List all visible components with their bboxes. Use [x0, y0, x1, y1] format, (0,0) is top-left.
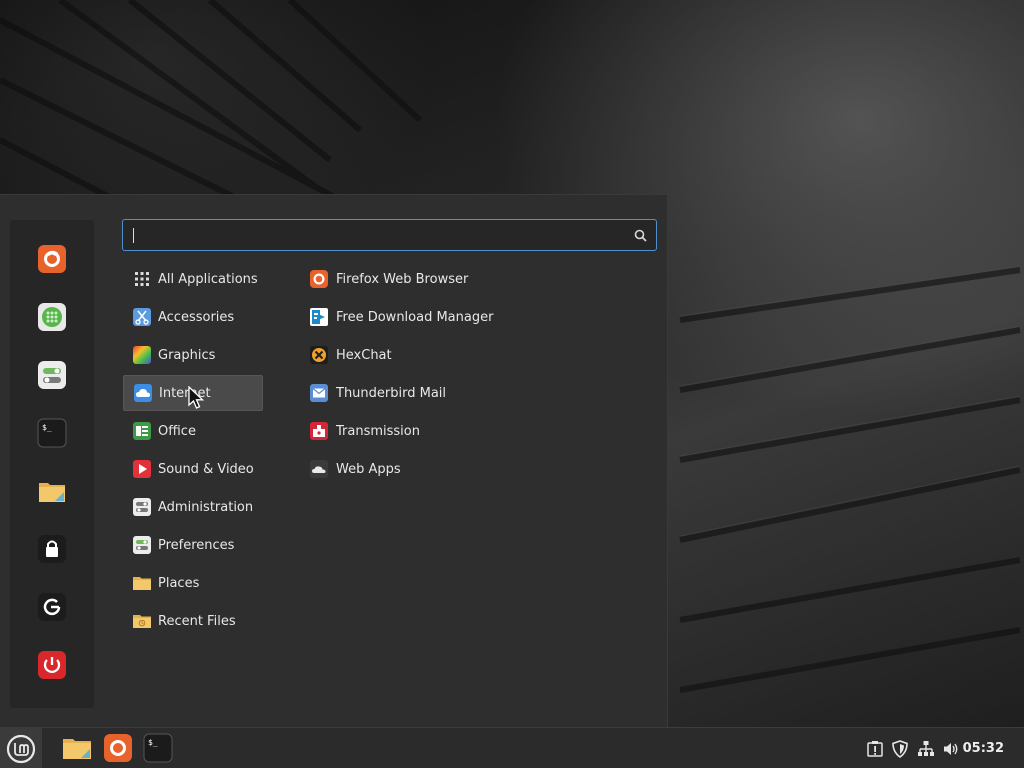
app-label: Free Download Manager: [336, 309, 494, 325]
app-web-apps[interactable]: Web Apps: [303, 451, 603, 487]
terminal-icon: $_: [143, 733, 173, 763]
category-administration[interactable]: Administration: [123, 489, 263, 525]
favorite-firefox-button[interactable]: [36, 243, 68, 275]
category-label: All Applications: [158, 271, 258, 287]
search-icon[interactable]: [634, 229, 647, 242]
category-label: Administration: [158, 499, 254, 515]
category-label: Internet: [159, 385, 211, 401]
grid-icon: [135, 272, 149, 286]
favorite-lock-screen-button[interactable]: [36, 533, 68, 565]
favorite-logout-button[interactable]: [36, 591, 68, 623]
category-label: Office: [158, 423, 196, 439]
terminal-icon: $_: [37, 418, 67, 448]
tray-network[interactable]: [917, 740, 935, 758]
application-list: Firefox Web Browser Free Download Manage…: [303, 261, 603, 489]
app-label: HexChat: [336, 347, 392, 363]
category-sound-video[interactable]: Sound & Video: [123, 451, 263, 487]
category-all-applications[interactable]: All Applications: [123, 261, 263, 297]
menu-button[interactable]: [0, 728, 42, 768]
favorites-sidebar: $_: [10, 220, 94, 708]
svg-text:$_: $_: [148, 738, 158, 747]
svg-text:$_: $_: [42, 423, 52, 432]
category-places[interactable]: Places: [123, 565, 263, 601]
tray-volume[interactable]: [942, 740, 960, 758]
search-box: [122, 219, 657, 251]
category-preferences[interactable]: Preferences: [123, 527, 263, 563]
admin-icon: [133, 498, 151, 516]
favorite-files-button[interactable]: [36, 475, 68, 507]
folder-icon: [39, 483, 65, 502]
taskbar: $_ 05:32: [0, 727, 1024, 768]
category-graphics[interactable]: Graphics: [123, 337, 263, 373]
settings-toggle-icon: [38, 361, 66, 389]
app-thunderbird[interactable]: Thunderbird Mail: [303, 375, 603, 411]
app-free-download-manager[interactable]: Free Download Manager: [303, 299, 603, 335]
app-label: Firefox Web Browser: [336, 271, 469, 287]
app-hexchat[interactable]: HexChat: [303, 337, 603, 373]
volume-icon: [944, 743, 958, 755]
recent-folder-icon: [133, 615, 151, 628]
application-menu: $_ All Applications Accessories Graphics…: [0, 194, 668, 727]
category-label: Graphics: [158, 347, 216, 363]
favorite-terminal-button[interactable]: $_: [36, 417, 68, 449]
search-input[interactable]: [131, 224, 631, 246]
transmission-icon: [310, 422, 328, 440]
category-list: All Applications Accessories Graphics In…: [123, 261, 263, 641]
web-apps-icon: [310, 460, 328, 478]
category-label: Recent Files: [158, 613, 236, 629]
download-manager-icon: [310, 308, 328, 326]
graphics-icon: [133, 346, 151, 364]
power-icon: [38, 651, 66, 679]
taskbar-files-launcher[interactable]: [62, 733, 92, 763]
logout-icon: [38, 593, 66, 621]
shield-icon: [892, 740, 908, 758]
tray-update-manager[interactable]: [866, 740, 884, 758]
category-label: Accessories: [158, 309, 235, 325]
tray-firewall[interactable]: [891, 740, 909, 758]
category-internet[interactable]: Internet: [123, 375, 263, 411]
preferences-icon: [133, 536, 151, 554]
category-accessories[interactable]: Accessories: [123, 299, 263, 335]
play-icon: [133, 460, 151, 478]
software-manager-icon: [38, 303, 66, 331]
app-label: Transmission: [336, 423, 420, 439]
hexchat-icon: [310, 346, 328, 364]
clock[interactable]: 05:32: [963, 741, 1004, 756]
folder-icon: [63, 739, 91, 759]
update-icon: [867, 741, 883, 757]
mint-logo-icon: [6, 734, 36, 763]
lock-icon: [38, 535, 66, 563]
office-icon: [133, 422, 151, 440]
category-office[interactable]: Office: [123, 413, 263, 449]
folder-icon: [133, 577, 151, 590]
favorite-settings-button[interactable]: [36, 359, 68, 391]
mail-icon: [310, 384, 328, 402]
scissors-icon: [133, 308, 151, 326]
firefox-icon: [310, 270, 328, 288]
app-firefox[interactable]: Firefox Web Browser: [303, 261, 603, 297]
firefox-icon: [104, 734, 132, 762]
favorite-software-manager-button[interactable]: [36, 301, 68, 333]
taskbar-firefox-launcher[interactable]: [103, 733, 133, 763]
category-label: Sound & Video: [158, 461, 254, 477]
cloud-icon: [134, 384, 152, 402]
network-icon: [918, 741, 934, 756]
category-label: Preferences: [158, 537, 235, 553]
app-transmission[interactable]: Transmission: [303, 413, 603, 449]
category-recent-files[interactable]: Recent Files: [123, 603, 263, 639]
taskbar-terminal-launcher[interactable]: $_: [143, 733, 173, 763]
firefox-icon: [38, 245, 66, 273]
app-label: Thunderbird Mail: [336, 385, 447, 401]
favorite-quit-button[interactable]: [36, 649, 68, 681]
category-label: Places: [158, 575, 200, 591]
app-label: Web Apps: [336, 461, 401, 477]
